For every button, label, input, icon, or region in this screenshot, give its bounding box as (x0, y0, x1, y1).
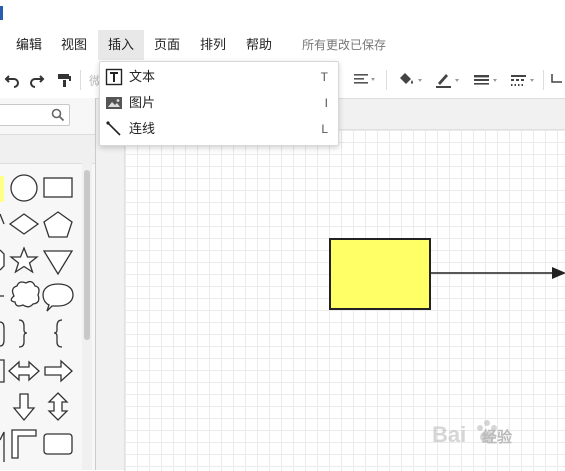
insert-image-shortcut: I (324, 96, 328, 110)
shape-pentagon[interactable] (43, 211, 73, 238)
connector-button[interactable] (549, 62, 565, 98)
watermark-label: 经验 (482, 429, 513, 446)
menu-view[interactable]: 视图 (61, 30, 91, 60)
menu-insert[interactable]: 插入 (98, 30, 144, 60)
image-icon (106, 97, 122, 109)
line-style-icon (511, 75, 534, 86)
insert-line-item[interactable]: 连线 L (100, 116, 338, 142)
line-width-icon (474, 75, 497, 85)
search-icon[interactable] (51, 108, 65, 122)
format-painter-button[interactable] (54, 62, 74, 98)
menu-edit[interactable]: 编辑 (16, 30, 46, 60)
shape-right-arrow[interactable] (44, 359, 73, 383)
shape-library-panel (0, 98, 96, 470)
menu-bar: 编辑 视图 插入 页面 排列 帮助 所有更改已保存 (0, 30, 565, 60)
align-icon (354, 74, 375, 84)
insert-text-item[interactable]: 文本 T (100, 64, 338, 90)
menu-help[interactable]: 帮助 (246, 30, 276, 60)
line-color-button[interactable] (431, 62, 463, 98)
shape-partial[interactable] (0, 431, 5, 462)
line-color-icon (436, 74, 459, 88)
align-button[interactable] (350, 62, 380, 98)
insert-text-shortcut: T (320, 70, 328, 84)
shape-grid (0, 174, 74, 462)
undo-icon (4, 75, 19, 88)
insert-image-label: 图片 (129, 95, 156, 110)
redo-icon (30, 75, 45, 88)
menu-arrange[interactable]: 排列 (200, 30, 230, 60)
arrowhead-icon (552, 267, 565, 279)
diagram-rectangle[interactable] (329, 238, 431, 310)
format-painter-icon (58, 74, 71, 87)
insert-image-item[interactable]: 图片 I (100, 90, 338, 116)
shape-panel-scrollbar-thumb[interactable] (84, 170, 90, 340)
shape-partial[interactable] (0, 249, 5, 271)
save-status: 所有更改已保存 (302, 38, 387, 52)
shape-down-arrow[interactable] (12, 393, 36, 422)
shape-corner[interactable] (11, 429, 37, 459)
shape-partial[interactable] (0, 359, 5, 383)
shape-note[interactable] (0, 176, 4, 202)
line-icon (106, 121, 121, 136)
undo-button[interactable] (2, 62, 22, 98)
app-title-fragment (0, 0, 6, 22)
connector-icon (551, 74, 562, 83)
shape-partial[interactable] (0, 321, 5, 347)
shape-search-input[interactable] (0, 104, 70, 126)
shape-rectangle[interactable] (43, 177, 73, 198)
shape-right-brace[interactable] (18, 319, 28, 348)
insert-dropdown-menu: 文本 T 图片 I 连线 L (99, 61, 339, 146)
redo-button[interactable] (27, 62, 47, 98)
shape-cloud[interactable] (10, 280, 40, 308)
shape-vertical-double-arrow[interactable] (47, 392, 69, 421)
text-icon (105, 68, 123, 86)
insert-line-shortcut: L (321, 122, 328, 136)
menu-page[interactable]: 页面 (154, 30, 184, 60)
shape-speech-bubble[interactable] (42, 283, 74, 312)
shape-partial[interactable] (0, 213, 5, 225)
toolbar-divider (80, 70, 81, 90)
shape-rounded-rectangle[interactable] (43, 433, 73, 455)
insert-text-label: 文本 (129, 69, 156, 84)
shape-category-header[interactable] (0, 134, 95, 164)
shape-circle[interactable] (10, 174, 38, 202)
fill-color-button[interactable] (394, 62, 426, 98)
shape-double-arrow[interactable] (8, 360, 40, 382)
toolbar-divider (543, 70, 544, 90)
insert-line-label: 连线 (129, 121, 156, 136)
toolbar-divider (386, 70, 387, 90)
line-width-button[interactable] (469, 62, 501, 98)
shape-diamond[interactable] (8, 213, 40, 235)
shape-left-brace[interactable] (53, 319, 63, 348)
fill-color-icon (400, 73, 422, 84)
shape-star[interactable] (9, 246, 39, 274)
watermark-brand: Bai (432, 422, 466, 447)
shape-triangle-down[interactable] (42, 250, 74, 276)
line-style-button[interactable] (506, 62, 538, 98)
